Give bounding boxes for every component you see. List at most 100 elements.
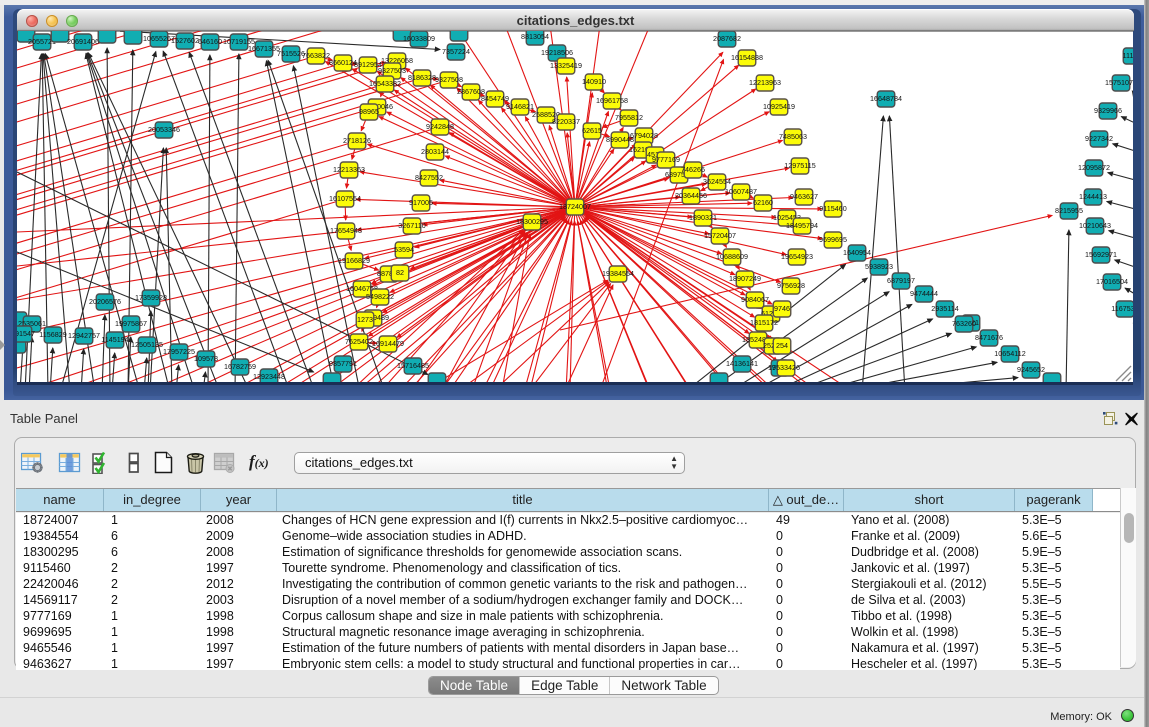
svg-text:8186328: 8186328	[408, 73, 436, 82]
svg-text:9242848: 9242848	[426, 122, 454, 131]
svg-text:10607487: 10607487	[725, 187, 757, 196]
svg-text:8471676: 8471676	[975, 333, 1003, 342]
svg-text:19218506: 19218506	[541, 48, 573, 57]
svg-text:10688609: 10688609	[716, 252, 748, 261]
svg-text:9756928: 9756928	[777, 281, 805, 290]
svg-text:8454749: 8454749	[481, 94, 509, 103]
svg-text:9746: 9746	[774, 304, 790, 313]
svg-text:8427552: 8427552	[415, 173, 443, 182]
svg-text:2803144: 2803144	[421, 147, 449, 156]
svg-text:11172: 11172	[1123, 51, 1133, 60]
svg-text:1167533: 1167533	[1111, 304, 1133, 313]
svg-text:1156829: 1156829	[39, 330, 66, 339]
svg-text:19166829: 19166829	[338, 256, 370, 265]
svg-text:9699695: 9699695	[819, 235, 847, 244]
svg-text:8660124: 8660124	[329, 58, 357, 67]
svg-text:7515526: 7515526	[277, 49, 305, 58]
svg-text:19384554: 19384554	[602, 269, 634, 278]
svg-text:15751074: 15751074	[1105, 78, 1133, 87]
svg-text:140910: 140910	[582, 77, 606, 86]
svg-text:16154838: 16154838	[731, 53, 763, 62]
svg-text:7485063: 7485063	[779, 132, 807, 141]
svg-text:15716485: 15716485	[397, 361, 429, 370]
svg-text:12213363: 12213363	[333, 165, 365, 174]
svg-text:82: 82	[396, 268, 404, 277]
svg-text:19654923: 19654923	[781, 252, 813, 261]
svg-text:2935114: 2935114	[931, 304, 958, 313]
svg-text:16782759: 16782759	[224, 362, 256, 371]
svg-text:12213963: 12213963	[749, 78, 781, 87]
svg-text:1815172: 1815172	[750, 318, 778, 327]
svg-text:16648784: 16648784	[870, 94, 902, 103]
svg-text:9084067: 9084067	[741, 295, 769, 304]
svg-text:8220337: 8220337	[552, 117, 580, 126]
svg-text:9227342: 9227342	[1085, 134, 1113, 143]
svg-text:1890321: 1890321	[689, 213, 717, 222]
svg-text:6879197: 6879197	[887, 276, 915, 285]
svg-text:646160: 646160	[198, 37, 222, 46]
svg-text:2718126: 2718126	[343, 136, 371, 145]
svg-text:20053346: 20053346	[148, 125, 180, 134]
svg-text:62160: 62160	[753, 198, 773, 207]
svg-text:917005: 917005	[409, 198, 433, 207]
svg-text:12505135: 12505135	[131, 340, 163, 349]
svg-text:9777169: 9777169	[652, 155, 680, 164]
svg-text:15692971: 15692971	[1085, 250, 1117, 259]
svg-text:7663822: 7663822	[302, 51, 330, 60]
svg-text:7955812: 7955812	[615, 113, 643, 122]
svg-text:9115460: 9115460	[819, 204, 846, 213]
svg-text:1640954: 1640954	[843, 248, 871, 257]
svg-text:16914479: 16914479	[372, 339, 404, 348]
svg-text:13325419: 13325419	[550, 61, 582, 70]
svg-text:9329966: 9329966	[1094, 106, 1122, 115]
svg-text:16543382: 16543382	[369, 79, 401, 88]
svg-text:10210643: 10210643	[1079, 221, 1111, 230]
svg-text:12942757: 12942757	[68, 331, 100, 340]
svg-text:62615: 62615	[582, 126, 602, 135]
svg-text:14136141: 14136141	[726, 359, 758, 368]
svg-text:10654112: 10654112	[994, 349, 1025, 358]
svg-text:16671355: 16671355	[248, 44, 280, 53]
svg-text:7625402: 7625402	[345, 337, 373, 346]
svg-text:9245652: 9245652	[1017, 365, 1045, 374]
svg-text:98965: 98965	[359, 107, 379, 116]
svg-text:9857791: 9857791	[329, 359, 357, 368]
svg-text:17654948: 17654948	[330, 226, 362, 235]
svg-text:2087682: 2087682	[713, 34, 741, 43]
svg-text:17957225: 17957225	[163, 347, 195, 356]
svg-text:10925419: 10925419	[763, 102, 795, 111]
svg-text:763260: 763260	[952, 319, 976, 328]
svg-text:18724007: 18724007	[559, 202, 591, 211]
svg-text:17359928: 17359928	[135, 293, 167, 302]
svg-text:12975115: 12975115	[784, 161, 815, 170]
svg-text:3624554: 3624554	[703, 177, 731, 186]
svg-text:8813054: 8813054	[521, 32, 549, 41]
svg-text:18495794: 18495794	[786, 221, 818, 230]
svg-text:20364456: 20364456	[675, 191, 707, 200]
svg-text:8215955: 8215955	[1055, 206, 1083, 215]
svg-text:12923448: 12923448	[253, 372, 285, 381]
svg-text:109578: 109578	[194, 354, 218, 363]
svg-text:3267110: 3267110	[398, 221, 425, 230]
svg-text:18907249: 18907249	[729, 274, 761, 283]
svg-text:7357224: 7357224	[442, 47, 470, 56]
svg-text:9474444: 9474444	[910, 289, 938, 298]
svg-text:9146821: 9146821	[506, 102, 534, 111]
svg-text:16961758: 16961758	[596, 96, 628, 105]
svg-text:9533426: 9533426	[772, 363, 800, 372]
svg-text:5498222: 5498222	[366, 292, 394, 301]
svg-text:9327508: 9327508	[435, 75, 463, 84]
svg-text:16033809: 16033809	[403, 34, 435, 43]
svg-text:19975867: 19975867	[115, 319, 147, 328]
svg-text:1273: 1273	[357, 315, 373, 324]
svg-text:9327503: 9327503	[378, 66, 406, 75]
svg-text:391547: 391547	[17, 329, 35, 338]
svg-text:20691406: 20691406	[67, 37, 99, 46]
svg-text:1527602: 1527602	[171, 36, 199, 45]
svg-text:6794028: 6794028	[630, 131, 658, 140]
svg-text:17016504: 17016504	[1096, 277, 1128, 286]
svg-text:15720407: 15720407	[704, 231, 736, 240]
svg-text:5938923: 5938923	[865, 262, 893, 271]
svg-text:16107554: 16107554	[329, 194, 361, 203]
svg-text:18300295: 18300295	[516, 217, 548, 226]
